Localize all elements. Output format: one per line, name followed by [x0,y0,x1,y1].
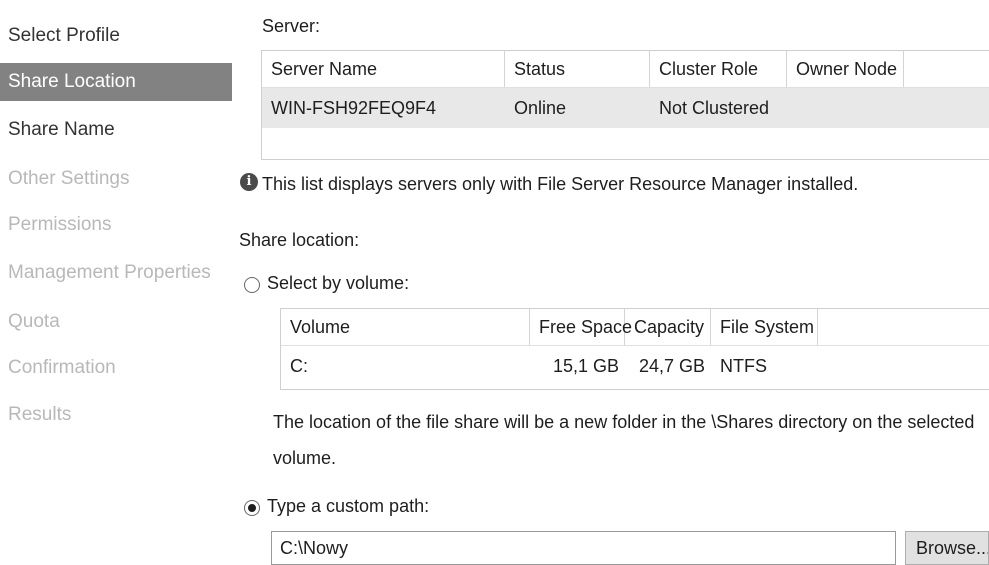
custom-path-input[interactable] [271,531,896,565]
column-header-volume[interactable]: Volume [281,309,530,345]
wizard-sidebar: Select Profile Share Location Share Name… [0,0,232,557]
nav-item-permissions: Permissions [8,214,112,235]
capacity-cell: 24,7 GB [638,356,705,376]
column-header-free-space[interactable]: Free Space [530,309,632,345]
server-name-cell: WIN-FSH92FEQ9F4 [271,98,437,118]
volume-table-header: Volume Free Space Capacity File System [281,309,989,346]
browse-button[interactable]: Browse... [905,531,989,565]
nav-item-share-name[interactable]: Share Name [0,111,232,149]
table-row[interactable]: WIN-FSH92FEQ9F4 Online Not Clustered [262,88,989,128]
free-space-cell: 15,1 GB [552,356,619,376]
volume-note-line2: volume. [273,448,337,468]
select-by-volume-label[interactable]: Select by volume: [267,273,409,294]
column-header-capacity[interactable]: Capacity [625,309,711,345]
server-table-header: Server Name Status Cluster Role Owner No… [262,51,989,88]
file-system-cell: NTFS [720,356,767,376]
volume-cell: C: [290,356,308,376]
info-text: This list displays servers only with Fil… [262,174,859,194]
nav-item-confirmation: Confirmation [8,357,116,378]
info-icon: i [240,173,258,191]
select-by-volume-radio[interactable] [244,277,260,293]
volume-note-line1: The location of the file share will be a… [273,412,975,432]
nav-item-other-settings: Other Settings [8,168,130,189]
nav-item-share-location[interactable]: Share Location [0,63,232,101]
owner-node-cell [787,91,796,125]
server-table: Server Name Status Cluster Role Owner No… [261,50,989,160]
custom-path-label[interactable]: Type a custom path: [267,496,429,517]
nav-item-quota: Quota [8,311,60,332]
cluster-role-cell: Not Clustered [659,98,770,118]
custom-path-radio[interactable] [244,500,260,516]
nav-item-results: Results [8,404,72,425]
column-header-server-name[interactable]: Server Name [262,51,505,87]
volume-table: Volume Free Space Capacity File System C… [280,308,989,390]
server-label: Server: [262,16,321,36]
main-panel: Server: Server Name Status Cluster Role … [232,0,989,565]
status-cell: Online [514,98,567,118]
column-header-cluster-role[interactable]: Cluster Role [650,51,787,87]
share-location-label: Share location: [239,230,360,250]
column-header-file-system[interactable]: File System [711,309,818,345]
column-header-status[interactable]: Status [505,51,650,87]
column-header-owner-node[interactable]: Owner Node [787,51,904,87]
nav-item-select-profile[interactable]: Select Profile [0,17,232,55]
nav-item-management-properties: Management Properties [8,262,211,283]
